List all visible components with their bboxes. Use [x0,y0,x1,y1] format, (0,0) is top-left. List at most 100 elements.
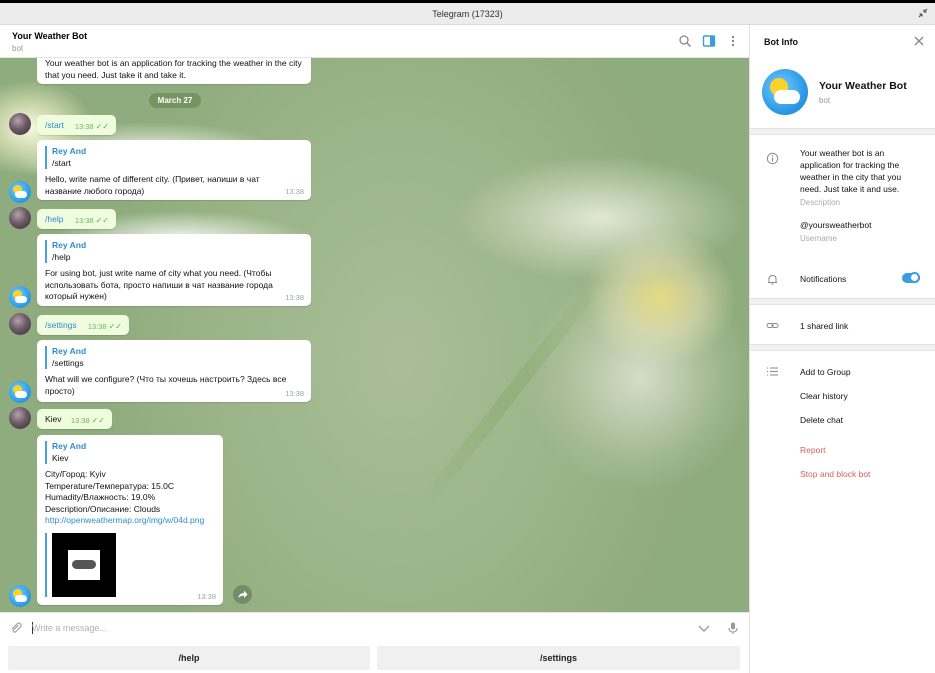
sidebar-toggle-icon[interactable] [702,34,716,48]
read-check-icon: ✓✓ [95,121,109,131]
message-time: 13:38 ✓✓ [74,121,109,131]
message-time: 13:38 [285,292,304,302]
bell-icon [768,274,777,285]
reply-author: Rey And [52,346,87,356]
bot-keyboard: /help /settings [0,642,749,673]
cloud-icon [72,559,96,569]
notifications-toggle[interactable] [902,272,920,283]
chat-history[interactable]: Your weather bot is an application for t… [0,58,749,612]
bot-profile-avatar[interactable] [762,69,808,115]
bot-username[interactable]: @yoursweatherbot [800,220,871,230]
reply-quote[interactable]: Rey And /start [45,146,303,169]
message-time: 13:38 ✓✓ [70,415,105,425]
list-icon [767,367,778,376]
message-bot[interactable]: Rey And /settings What will we configure… [37,340,311,402]
reply-text: /start [52,157,71,168]
microphone-icon[interactable] [726,621,740,635]
reply-text: Kiev [52,452,69,463]
bot-profile-name: Your Weather Bot [819,80,907,92]
bot-avatar[interactable] [9,181,31,203]
report-button[interactable]: Report [800,445,826,455]
message-text: Your weather bot is an application for t… [45,58,302,80]
message-text[interactable]: /help [45,214,63,224]
message-text: What will we configure? (Что ты хочешь н… [45,374,287,396]
user-avatar[interactable] [9,407,31,429]
reply-text: /settings [52,357,84,368]
read-check-icon: ✓✓ [95,215,109,225]
bot-profile-sub: bot [819,96,831,105]
bot-avatar[interactable] [9,585,31,607]
reply-quote[interactable]: Rey And /settings [45,346,303,369]
description-label: Description [800,198,841,207]
close-icon[interactable] [913,35,925,47]
keyboard-button-settings[interactable]: /settings [377,646,740,670]
message-user[interactable]: /help 13:38 ✓✓ [37,209,116,229]
weather-humidity: Humadity/Влажность: 19.0% [45,492,156,502]
reply-quote[interactable]: Rey And /help [45,240,303,263]
link-preview[interactable] [45,532,215,597]
reply-author: Rey And [52,240,87,250]
window-titlebar: Telegram (17323) [0,0,935,25]
delete-chat-button[interactable]: Delete chat [800,415,843,425]
bot-avatar[interactable] [9,381,31,403]
weather-city: City/Город: Kyiv [45,469,106,479]
message-user[interactable]: /settings 13:38 ✓✓ [37,315,129,335]
message-time: 13:38 ✓✓ [87,321,122,331]
chat-header: Your Weather Bot bot [0,25,749,58]
message-user[interactable]: /start 13:38 ✓✓ [37,115,116,135]
date-separator: March 27 [149,93,201,108]
message-text: For using bot, just write name of city w… [45,268,273,301]
message-bot-intro[interactable]: Your weather bot is an application for t… [37,58,311,84]
message-text: Hello, write name of different city. (Пр… [45,174,260,196]
section-divider [750,128,935,135]
message-bot[interactable]: Rey And /help For using bot, just write … [37,234,311,306]
reply-author: Rey And [52,441,87,451]
message-user[interactable]: Kiev 13:38 ✓✓ [37,409,112,429]
wallpaper-decoration [412,272,608,518]
message-time: 13:38 [285,388,304,398]
message-input[interactable] [32,620,672,636]
stop-and-block-button[interactable]: Stop and block bot [800,469,870,479]
link-icon [766,323,779,328]
read-check-icon: ✓✓ [108,321,122,331]
message-bot-weather[interactable]: Rey And Kiev City/Город: Kyiv Temperatur… [37,435,223,605]
message-text[interactable]: /settings [45,320,77,330]
more-icon[interactable] [726,34,740,48]
weather-description: Description/Описание: Clouds [45,503,161,514]
emoji-chevron-icon[interactable] [697,621,711,635]
panel-title: Bot Info [764,37,798,47]
forward-icon[interactable] [233,585,252,604]
message-time: 13:38 [197,591,216,601]
clear-history-button[interactable]: Clear history [800,391,848,401]
attach-icon[interactable] [9,621,23,635]
notifications-label: Notifications [800,274,847,284]
info-icon [766,152,779,165]
message-time: 13:38 ✓✓ [74,215,109,225]
bot-info-panel: Bot Info Your Weather Bot bot Your weath… [749,25,935,673]
weather-link[interactable]: http://openweathermap.org/img/w/04d.png [45,515,215,527]
chat-status: bot [12,44,24,53]
message-time: 13:38 [285,186,304,196]
shared-links[interactable]: 1 shared link [800,321,848,331]
message-bot[interactable]: Rey And /start Hello, write name of diff… [37,140,311,200]
read-check-icon: ✓✓ [91,415,105,425]
titlebar-edge [0,0,935,3]
user-avatar[interactable] [9,313,31,335]
message-text[interactable]: /start [45,120,64,130]
user-avatar[interactable] [9,113,31,135]
chat-title[interactable]: Your Weather Bot [12,31,87,41]
keyboard-button-help[interactable]: /help [8,646,370,670]
search-icon[interactable] [678,34,692,48]
bot-avatar[interactable] [9,286,31,308]
reply-quote[interactable]: Rey And Kiev [45,441,215,464]
user-avatar[interactable] [9,207,31,229]
minimize-icon[interactable] [917,7,929,19]
bot-description: Your weather bot is an application for t… [800,148,902,194]
section-divider [750,298,935,305]
reply-text: /help [52,251,71,262]
add-to-group-button[interactable]: Add to Group [800,367,851,377]
reply-author: Rey And [52,146,87,156]
weather-temperature: Temperature/Температура: 15.0C [45,480,174,491]
link-preview-image[interactable] [52,532,116,597]
message-text: Kiev [45,414,62,424]
